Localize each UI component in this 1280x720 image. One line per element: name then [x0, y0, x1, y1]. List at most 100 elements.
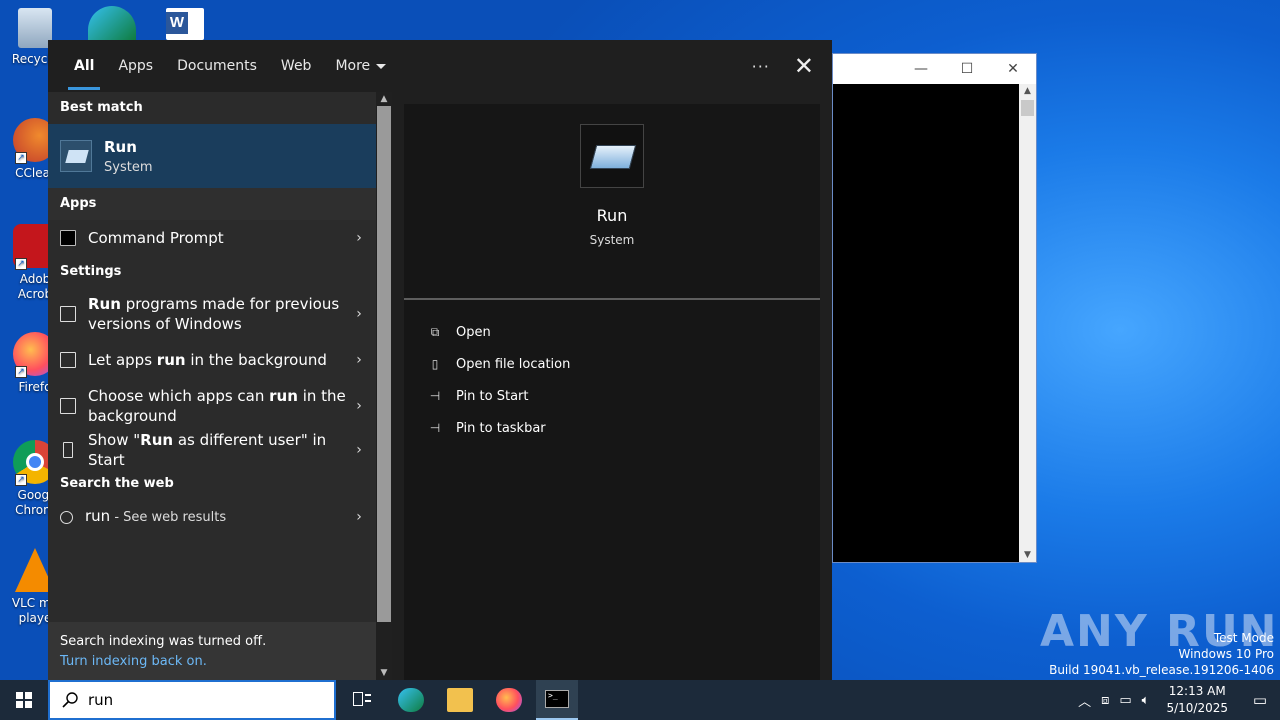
volume-icon[interactable]: 🔈︎	[1142, 693, 1150, 708]
result-command-prompt[interactable]: Command Prompt ›	[48, 220, 376, 256]
image-settings-icon	[60, 398, 76, 414]
action-label: Pin to taskbar	[456, 420, 546, 436]
apps-header: Apps	[48, 188, 376, 220]
taskbar-console-button[interactable]: >_	[536, 680, 578, 720]
settings-header: Settings	[60, 264, 122, 279]
action-open[interactable]: ⧉ Open	[404, 316, 820, 348]
result-label: Command Prompt	[88, 229, 224, 247]
close-icon[interactable]: ✕	[990, 61, 1036, 77]
shortcut-arrow-icon: ↗	[15, 366, 27, 378]
desktop-icon-label: Firefo	[18, 380, 52, 394]
result-setting-background-apps[interactable]: Let apps run in the background ›	[48, 340, 376, 380]
tab-more-label: More	[335, 58, 371, 74]
result-setting-run-as-different-user[interactable]: Show "Run as different user" in Start ›	[48, 431, 376, 469]
tab-more[interactable]: More	[335, 40, 387, 92]
network-icon[interactable]: ▭	[1119, 693, 1131, 708]
best-match-subtitle: System	[104, 159, 153, 175]
windows-build-info: Test Mode Windows 10 Pro Build 19041.vb_…	[1049, 630, 1274, 678]
more-options-icon[interactable]: ···	[752, 57, 770, 76]
file-explorer-icon[interactable]	[447, 688, 473, 712]
result-setting-compatibility[interactable]: Run programs made for previous versions …	[48, 288, 376, 340]
test-mode-text: Test Mode	[1213, 631, 1274, 645]
console-window[interactable]: — ☐ ✕ ▲ ▼	[832, 53, 1037, 563]
chevron-right-icon[interactable]: ›	[352, 352, 366, 368]
best-match-header: Best match	[60, 100, 143, 115]
action-label: Open file location	[456, 356, 571, 372]
chevron-down-icon	[376, 63, 387, 69]
firefox-icon[interactable]	[496, 688, 522, 712]
search-icon	[62, 692, 78, 708]
indexing-off-text: Search indexing was turned off.	[60, 634, 267, 649]
chevron-right-icon[interactable]: ›	[352, 230, 366, 246]
tab-apps[interactable]: Apps	[118, 40, 153, 92]
result-label: Choose which apps can run in the backgro…	[88, 387, 346, 425]
tab-all[interactable]: All	[67, 40, 102, 92]
show-hidden-icons-icon[interactable]: ︿	[1078, 691, 1091, 710]
search-input[interactable]	[88, 691, 308, 709]
developer-settings-icon	[63, 442, 73, 458]
best-match-run[interactable]: Run System	[48, 124, 376, 188]
results-scrollbar[interactable]: ▲ ▼	[376, 92, 392, 680]
chevron-right-icon[interactable]: ›	[352, 398, 366, 414]
close-icon[interactable]: ✕	[794, 52, 814, 80]
chevron-right-icon[interactable]: ›	[352, 442, 366, 458]
action-open-file-location[interactable]: ▯ Open file location	[404, 348, 820, 380]
shortcut-arrow-icon: ↗	[15, 474, 27, 486]
result-label: Run programs made for previous versions …	[88, 295, 340, 333]
result-label: Let apps run in the background	[88, 351, 327, 369]
start-search-panel: All Apps Documents Web More ··· ✕ Best m…	[48, 40, 832, 680]
turn-indexing-on-link[interactable]: Turn indexing back on.	[60, 652, 364, 672]
action-label: Pin to Start	[456, 388, 529, 404]
action-label: Open	[456, 324, 491, 340]
file-location-icon: ▯	[431, 357, 439, 371]
scroll-down-icon[interactable]: ▼	[376, 668, 392, 678]
system-tray: ︿ ⧈ ▭ 🔈︎ 12:13 AM 5/10/2025 ▭	[1073, 680, 1280, 720]
command-prompt-icon	[60, 230, 76, 246]
result-setting-choose-background-apps[interactable]: Choose which apps can run in the backgro…	[48, 380, 376, 432]
edition-text: Windows 10 Pro	[1178, 647, 1274, 661]
scroll-up-icon[interactable]: ▲	[1019, 86, 1036, 96]
taskbar: >_ ︿ ⧈ ▭ 🔈︎ 12:13 AM 5/10/2025 ▭	[0, 680, 1280, 720]
minimize-icon[interactable]: —	[898, 61, 944, 77]
pin-icon: ⊣	[429, 389, 441, 403]
console-scrollbar[interactable]: ▲ ▼	[1019, 84, 1036, 562]
action-pin-to-taskbar[interactable]: ⊣ Pin to taskbar	[404, 412, 820, 444]
clock-time: 12:13 AM	[1168, 684, 1226, 698]
detail-title: Run	[596, 206, 628, 225]
shortcut-arrow-icon: ↗	[15, 258, 27, 270]
settings-window-icon	[60, 306, 76, 322]
best-match-title: Run	[104, 137, 137, 156]
tab-web[interactable]: Web	[281, 40, 312, 92]
clock-date: 5/10/2025	[1166, 701, 1228, 715]
desktop-icon-label: Adob Acrob	[17, 272, 53, 301]
word-icon: W	[166, 12, 188, 34]
chevron-right-icon[interactable]: ›	[352, 306, 366, 322]
task-view-icon[interactable]	[349, 688, 375, 712]
scroll-thumb[interactable]	[1021, 100, 1034, 116]
windows-logo-icon	[16, 692, 32, 708]
recycle-bin-icon	[18, 8, 52, 48]
chevron-right-icon[interactable]: ›	[352, 509, 366, 525]
clock[interactable]: 12:13 AM 5/10/2025	[1166, 683, 1228, 717]
edge-icon[interactable]	[398, 688, 424, 712]
command-prompt-icon: >_	[545, 690, 569, 708]
scroll-down-icon[interactable]: ▼	[1019, 550, 1036, 560]
tab-documents[interactable]: Documents	[177, 40, 257, 92]
edge-desktop-icon[interactable]	[88, 6, 136, 40]
result-web-search[interactable]: run - See web results ›	[48, 500, 376, 534]
maximize-icon[interactable]: ☐	[944, 61, 990, 77]
word-desktop-icon[interactable]: W	[166, 8, 204, 40]
run-app-icon	[60, 140, 92, 172]
taskbar-search-box[interactable]	[48, 680, 336, 720]
action-pin-to-start[interactable]: ⊣ Pin to Start	[404, 380, 820, 412]
detail-subtitle: System	[589, 233, 635, 247]
scroll-thumb[interactable]	[377, 106, 391, 622]
result-label: run - See web results	[85, 507, 227, 525]
scroll-up-icon[interactable]: ▲	[376, 94, 392, 104]
console-titlebar[interactable]: — ☐ ✕	[833, 54, 1036, 84]
network-adapter-icon[interactable]: ⧈	[1101, 693, 1109, 708]
notifications-icon[interactable]: ▭	[1240, 691, 1280, 709]
start-button[interactable]	[0, 680, 48, 720]
search-tabs: All Apps Documents Web More ··· ✕	[48, 40, 832, 92]
run-app-icon	[580, 124, 644, 188]
